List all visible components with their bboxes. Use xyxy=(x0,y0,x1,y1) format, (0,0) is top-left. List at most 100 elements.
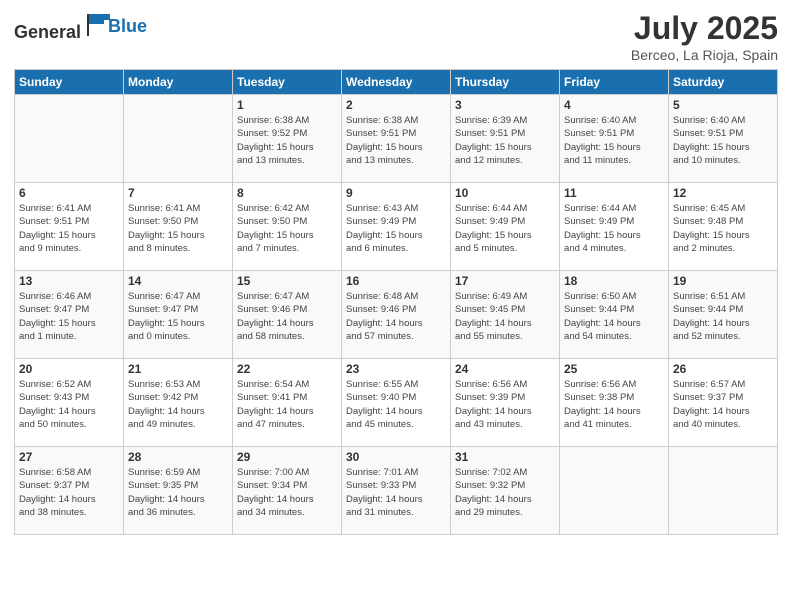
day-number: 24 xyxy=(455,362,555,376)
weekday-header-monday: Monday xyxy=(124,70,233,95)
calendar-cell: 5Sunrise: 6:40 AM Sunset: 9:51 PM Daylig… xyxy=(669,95,778,183)
calendar-cell: 4 Sunrise: 6:40 AM Sunset: 9:51 PM Daylig… xyxy=(560,95,669,183)
calendar-cell: 14 Sunrise: 6:47 AM Sunset: 9:47 PM Dayli… xyxy=(124,271,233,359)
logo-text-blue: Blue xyxy=(108,16,147,37)
day-info: Sunrise: 6:47 AM Sunset: 9:47 PM Dayligh… xyxy=(128,290,228,343)
calendar-cell: 16 Sunrise: 6:48 AM Sunset: 9:46 PM Dayli… xyxy=(342,271,451,359)
day-number: 16 xyxy=(346,274,446,288)
day-number: 19 xyxy=(673,274,773,288)
calendar-cell: 18 Sunrise: 6:50 AM Sunset: 9:44 PM Dayli… xyxy=(560,271,669,359)
day-info: Sunrise: 6:56 AM Sunset: 9:39 PM Dayligh… xyxy=(455,378,555,431)
day-number: 3 xyxy=(455,98,555,112)
day-info: Sunrise: 6:51 AM Sunset: 9:44 PM Dayligh… xyxy=(673,290,773,343)
day-info: Sunrise: 6:52 AM Sunset: 9:43 PM Dayligh… xyxy=(19,378,119,431)
day-number: 14 xyxy=(128,274,228,288)
day-info: Sunrise: 6:53 AM Sunset: 9:42 PM Dayligh… xyxy=(128,378,228,431)
logo-general: General xyxy=(14,10,112,43)
day-info: Sunrise: 6:38 AM Sunset: 9:52 PM Dayligh… xyxy=(237,114,337,167)
calendar-week-row: 1 Sunrise: 6:38 AM Sunset: 9:52 PM Daylig… xyxy=(15,95,778,183)
day-number: 8 xyxy=(237,186,337,200)
calendar-cell: 2 Sunrise: 6:38 AM Sunset: 9:51 PM Daylig… xyxy=(342,95,451,183)
day-number: 11 xyxy=(564,186,664,200)
day-info: Sunrise: 6:39 AM Sunset: 9:51 PM Dayligh… xyxy=(455,114,555,167)
calendar-table: SundayMondayTuesdayWednesdayThursdayFrid… xyxy=(14,69,778,535)
day-info: Sunrise: 6:44 AM Sunset: 9:49 PM Dayligh… xyxy=(564,202,664,255)
month-title: July 2025 xyxy=(631,10,778,47)
day-number: 23 xyxy=(346,362,446,376)
day-info: Sunrise: 6:50 AM Sunset: 9:44 PM Dayligh… xyxy=(564,290,664,343)
main-container: General Blue July 2025 Berceo, La Rioja,… xyxy=(0,0,792,545)
day-number: 12 xyxy=(673,186,773,200)
day-number: 6 xyxy=(19,186,119,200)
calendar-cell: 19 Sunrise: 6:51 AM Sunset: 9:44 PM Dayli… xyxy=(669,271,778,359)
calendar-week-row: 13 Sunrise: 6:46 AM Sunset: 9:47 PM Dayli… xyxy=(15,271,778,359)
day-number: 21 xyxy=(128,362,228,376)
day-info: Sunrise: 6:44 AM Sunset: 9:49 PM Dayligh… xyxy=(455,202,555,255)
day-number: 31 xyxy=(455,450,555,464)
calendar-cell: 13 Sunrise: 6:46 AM Sunset: 9:47 PM Dayli… xyxy=(15,271,124,359)
calendar-cell: 27Sunrise: 6:58 AM Sunset: 9:37 PM Dayli… xyxy=(15,447,124,535)
day-number: 17 xyxy=(455,274,555,288)
calendar-cell: 25Sunrise: 6:56 AM Sunset: 9:38 PM Dayli… xyxy=(560,359,669,447)
calendar-cell: 8 Sunrise: 6:42 AM Sunset: 9:50 PM Daylig… xyxy=(233,183,342,271)
day-number: 15 xyxy=(237,274,337,288)
calendar-cell: 17 Sunrise: 6:49 AM Sunset: 9:45 PM Dayli… xyxy=(451,271,560,359)
day-number: 28 xyxy=(128,450,228,464)
title-block: July 2025 Berceo, La Rioja, Spain xyxy=(631,10,778,63)
calendar-cell: 29Sunrise: 7:00 AM Sunset: 9:34 PM Dayli… xyxy=(233,447,342,535)
calendar-cell xyxy=(669,447,778,535)
calendar-cell: 15Sunrise: 6:47 AM Sunset: 9:46 PM Dayli… xyxy=(233,271,342,359)
calendar-cell: 30Sunrise: 7:01 AM Sunset: 9:33 PM Dayli… xyxy=(342,447,451,535)
day-number: 10 xyxy=(455,186,555,200)
calendar-cell xyxy=(560,447,669,535)
calendar-cell: 11 Sunrise: 6:44 AM Sunset: 9:49 PM Dayli… xyxy=(560,183,669,271)
logo-text-general: General xyxy=(14,22,81,42)
day-number: 1 xyxy=(237,98,337,112)
calendar-cell: 12Sunrise: 6:45 AM Sunset: 9:48 PM Dayli… xyxy=(669,183,778,271)
calendar-cell: 20Sunrise: 6:52 AM Sunset: 9:43 PM Dayli… xyxy=(15,359,124,447)
day-info: Sunrise: 6:48 AM Sunset: 9:46 PM Dayligh… xyxy=(346,290,446,343)
weekday-header-tuesday: Tuesday xyxy=(233,70,342,95)
calendar-cell: 24 Sunrise: 6:56 AM Sunset: 9:39 PM Dayli… xyxy=(451,359,560,447)
calendar-cell: 1 Sunrise: 6:38 AM Sunset: 9:52 PM Daylig… xyxy=(233,95,342,183)
weekday-header-row: SundayMondayTuesdayWednesdayThursdayFrid… xyxy=(15,70,778,95)
day-number: 18 xyxy=(564,274,664,288)
day-info: Sunrise: 6:49 AM Sunset: 9:45 PM Dayligh… xyxy=(455,290,555,343)
calendar-cell xyxy=(124,95,233,183)
calendar-cell: 31 Sunrise: 7:02 AM Sunset: 9:32 PM Dayli… xyxy=(451,447,560,535)
day-info: Sunrise: 7:02 AM Sunset: 9:32 PM Dayligh… xyxy=(455,466,555,519)
location-title: Berceo, La Rioja, Spain xyxy=(631,47,778,63)
day-number: 27 xyxy=(19,450,119,464)
weekday-header-sunday: Sunday xyxy=(15,70,124,95)
day-info: Sunrise: 6:57 AM Sunset: 9:37 PM Dayligh… xyxy=(673,378,773,431)
calendar-cell: 22 Sunrise: 6:54 AM Sunset: 9:41 PM Dayli… xyxy=(233,359,342,447)
day-number: 2 xyxy=(346,98,446,112)
day-info: Sunrise: 6:40 AM Sunset: 9:51 PM Dayligh… xyxy=(564,114,664,167)
day-number: 26 xyxy=(673,362,773,376)
day-info: Sunrise: 6:38 AM Sunset: 9:51 PM Dayligh… xyxy=(346,114,446,167)
header: General Blue July 2025 Berceo, La Rioja,… xyxy=(14,10,778,63)
day-info: Sunrise: 6:41 AM Sunset: 9:51 PM Dayligh… xyxy=(19,202,119,255)
calendar-cell: 28Sunrise: 6:59 AM Sunset: 9:35 PM Dayli… xyxy=(124,447,233,535)
day-info: Sunrise: 6:42 AM Sunset: 9:50 PM Dayligh… xyxy=(237,202,337,255)
day-info: Sunrise: 6:46 AM Sunset: 9:47 PM Dayligh… xyxy=(19,290,119,343)
calendar-week-row: 27Sunrise: 6:58 AM Sunset: 9:37 PM Dayli… xyxy=(15,447,778,535)
day-info: Sunrise: 7:00 AM Sunset: 9:34 PM Dayligh… xyxy=(237,466,337,519)
weekday-header-friday: Friday xyxy=(560,70,669,95)
day-number: 25 xyxy=(564,362,664,376)
day-number: 22 xyxy=(237,362,337,376)
calendar-cell: 23 Sunrise: 6:55 AM Sunset: 9:40 PM Dayli… xyxy=(342,359,451,447)
day-info: Sunrise: 6:41 AM Sunset: 9:50 PM Dayligh… xyxy=(128,202,228,255)
calendar-cell: 7Sunrise: 6:41 AM Sunset: 9:50 PM Daylig… xyxy=(124,183,233,271)
day-info: Sunrise: 6:54 AM Sunset: 9:41 PM Dayligh… xyxy=(237,378,337,431)
calendar-week-row: 20Sunrise: 6:52 AM Sunset: 9:43 PM Dayli… xyxy=(15,359,778,447)
calendar-cell: 10 Sunrise: 6:44 AM Sunset: 9:49 PM Dayli… xyxy=(451,183,560,271)
day-number: 13 xyxy=(19,274,119,288)
day-info: Sunrise: 6:55 AM Sunset: 9:40 PM Dayligh… xyxy=(346,378,446,431)
day-number: 4 xyxy=(564,98,664,112)
calendar-cell: 9Sunrise: 6:43 AM Sunset: 9:49 PM Daylig… xyxy=(342,183,451,271)
day-number: 9 xyxy=(346,186,446,200)
calendar-cell xyxy=(15,95,124,183)
weekday-header-thursday: Thursday xyxy=(451,70,560,95)
calendar-cell: 3 Sunrise: 6:39 AM Sunset: 9:51 PM Daylig… xyxy=(451,95,560,183)
